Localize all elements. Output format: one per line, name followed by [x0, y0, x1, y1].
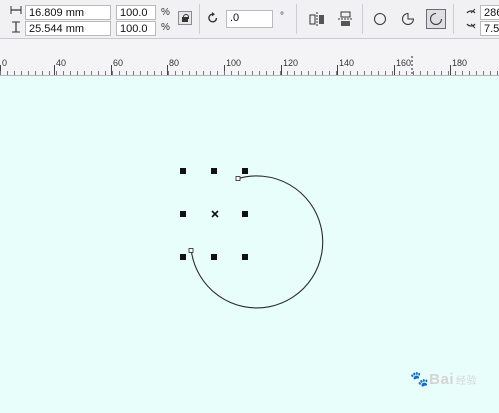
lock-ratio-button[interactable]	[178, 11, 192, 25]
arc-icon[interactable]	[426, 9, 446, 29]
ruler-tick-label: 40	[56, 58, 66, 68]
ruler-tick-label: 100	[226, 58, 241, 68]
selection-handle-top-center	[211, 168, 217, 174]
start-angle-field[interactable]: 286	[480, 5, 499, 20]
horizontal-ruler[interactable]: 0 40 60 80 100 120 140 160 180	[0, 56, 499, 76]
selection-handle-middle-left	[180, 211, 186, 217]
scale-x-percent: %	[161, 7, 170, 18]
scale-y-field[interactable]: 100.0	[116, 21, 156, 36]
width-icon	[10, 5, 22, 19]
mirror-horizontal-icon[interactable]	[309, 12, 325, 30]
start-angle-icon	[465, 5, 477, 19]
arc-start-node	[235, 176, 241, 181]
separator	[199, 4, 200, 34]
height-field[interactable]: 25.544 mm	[25, 21, 111, 36]
drawing-canvas[interactable]: 🐾Bai 经验	[0, 76, 499, 408]
selection-handle-bottom-center	[211, 254, 217, 260]
rotation-center-icon	[211, 210, 219, 218]
end-angle-icon	[465, 22, 477, 36]
arc-end-node	[188, 248, 194, 253]
ellipse-icon[interactable]	[373, 12, 387, 30]
mirror-vertical-icon[interactable]	[338, 11, 352, 31]
toolbar-gap	[0, 39, 499, 56]
scale-y-percent: %	[161, 22, 170, 33]
selection-handle-top-right	[242, 168, 248, 174]
separator	[362, 4, 363, 34]
selection-handle-middle-right	[242, 211, 248, 217]
property-bar: 16.809 mm 25.544 mm 100.0 100.0 % % .0 °…	[0, 0, 499, 39]
canvas-drawing	[180, 168, 324, 309]
ruler-tick-label: 80	[169, 58, 179, 68]
selection-handle-top-left	[180, 168, 186, 174]
ruler-tick-label: 140	[339, 58, 354, 68]
height-icon	[10, 21, 22, 37]
scale-x-field[interactable]: 100.0	[116, 5, 156, 20]
watermark: 🐾Bai 经验	[409, 371, 477, 388]
paw-icon: 🐾	[409, 371, 430, 388]
ruler-tick-label: 0	[2, 58, 7, 68]
degree-symbol: °	[280, 11, 284, 22]
ruler-tick-label: 60	[113, 58, 123, 68]
selection-handle-bottom-left	[180, 254, 186, 260]
width-field[interactable]: 16.809 mm	[25, 5, 111, 20]
ruler-tick-label: 180	[452, 58, 467, 68]
pie-icon[interactable]	[401, 12, 415, 30]
rotate-icon	[207, 12, 219, 28]
separator	[296, 4, 297, 34]
selection-handle-bottom-right	[242, 254, 248, 260]
ruler-tick-label: 160	[396, 58, 411, 68]
end-angle-field[interactable]: 7.5	[480, 21, 499, 36]
rotation-field[interactable]: .0	[226, 10, 273, 28]
arc-shape	[190, 175, 324, 309]
separator	[453, 4, 454, 34]
ruler-tick-label: 120	[283, 58, 298, 68]
ruler-ticks: 0 40 60 80 100 120 140 160 180	[0, 56, 498, 75]
